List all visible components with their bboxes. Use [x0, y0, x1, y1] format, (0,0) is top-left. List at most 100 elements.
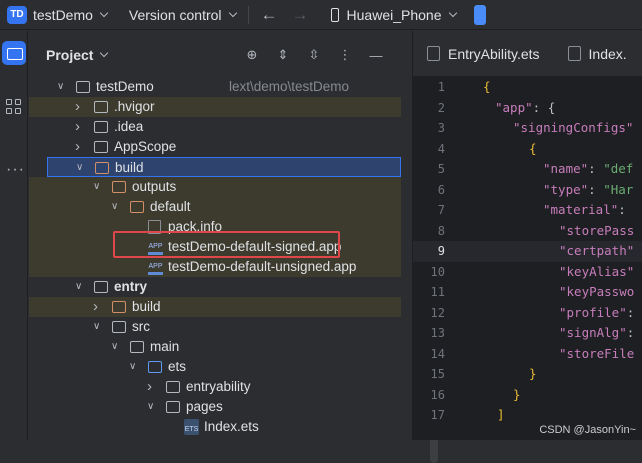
code-line[interactable]: 11 "keyPasswo [413, 282, 642, 303]
chevron-down-icon[interactable]: ∨ [76, 158, 86, 178]
tree-item[interactable]: › AppScope [29, 137, 401, 157]
chevron-down-icon[interactable]: ∨ [147, 397, 157, 417]
tree-item[interactable]: ETS Index.ets [29, 417, 401, 437]
tree-item-label: build [132, 299, 161, 314]
tree-item[interactable]: › build [29, 297, 401, 317]
tree-item[interactable]: APP testDemo-default-signed.app [29, 237, 401, 257]
tree-item[interactable]: ∨ pages [29, 397, 401, 417]
tree-item-path: lext\demo\testDemo [229, 79, 350, 94]
chevron-down-icon[interactable] [100, 48, 109, 58]
tree-item-label: .hvigor [114, 99, 155, 114]
code-area[interactable]: 1{2 "app": {3 "signingConfigs" 4{ 5 "name": "… [413, 77, 642, 426]
code-line[interactable]: 5 "name": "def [413, 159, 642, 180]
code-line[interactable]: 2 "app": { [413, 98, 642, 119]
editor-tab[interactable]: EntryAbility.ets [413, 46, 540, 62]
tree-item[interactable]: ∨ default [29, 197, 401, 217]
tree-item[interactable]: pack.info [29, 217, 401, 237]
structure-icon[interactable] [6, 99, 22, 115]
chevron-right-icon[interactable]: › [75, 117, 85, 137]
project-panel-title[interactable]: Project [46, 47, 93, 63]
code-line[interactable]: 7 "material": [413, 200, 642, 221]
more-icon[interactable]: ··· [6, 162, 25, 178]
project-switcher[interactable]: testDemo [33, 7, 93, 23]
code-line[interactable]: 17] [413, 405, 642, 426]
chevron-right-icon[interactable]: › [93, 297, 103, 317]
line-number: 6 [437, 182, 445, 197]
tree-item[interactable]: ∨ build [47, 157, 401, 177]
code-line[interactable]: 3 "signingConfigs" [413, 118, 642, 139]
folder-icon [130, 341, 144, 353]
folder-icon [112, 321, 126, 333]
tree-item[interactable]: ∨ src [29, 317, 401, 337]
tree-item[interactable]: APP testDemo-default-unsigned.app [29, 257, 401, 277]
code-line[interactable]: 10 "keyAlias" [413, 262, 642, 283]
code-line[interactable]: 8 "storePass [413, 221, 642, 242]
code-text: "keyPasswo [559, 284, 635, 299]
code-line[interactable]: 14 "storeFile [413, 344, 642, 365]
version-control-menu[interactable]: Version control [129, 7, 222, 23]
expand-all-icon[interactable]: ⇕ [275, 47, 291, 63]
tree-item[interactable]: ∨ outputs [29, 177, 401, 197]
code-line[interactable]: 9 "certpath" [413, 241, 642, 262]
chevron-right-icon[interactable]: › [75, 97, 85, 117]
code-line[interactable]: 4{ [413, 139, 642, 160]
tree-item[interactable]: › .idea [29, 117, 401, 137]
hide-icon[interactable]: — [368, 48, 384, 63]
phone-icon [330, 7, 339, 22]
code-line[interactable]: 12 "profile": [413, 303, 642, 324]
options-icon[interactable]: ⋮ [337, 47, 353, 63]
line-number: 12 [430, 305, 445, 320]
file-icon [148, 220, 161, 234]
code-line[interactable]: 15} [413, 364, 642, 385]
editor-tab-label: EntryAbility.ets [448, 45, 540, 62]
code-line[interactable]: 1{ [413, 77, 642, 98]
tree-item-label: outputs [132, 179, 177, 194]
chevron-down-icon[interactable]: ∨ [93, 177, 103, 197]
collapse-all-icon[interactable]: ⇳ [306, 47, 322, 63]
forward-arrow-icon[interactable]: → [292, 5, 309, 25]
locate-icon[interactable]: ⊕ [244, 47, 260, 63]
back-arrow-icon[interactable]: ← [261, 5, 278, 25]
tree-item-label: entry [114, 279, 148, 294]
chevron-down-icon[interactable]: ∨ [111, 197, 121, 217]
chevron-down-icon[interactable]: ∨ [93, 317, 103, 337]
code-text: "name": "def [543, 161, 634, 176]
line-number: 10 [430, 264, 445, 279]
code-line[interactable]: 6 "type": "Har [413, 180, 642, 201]
tree-item[interactable]: ∨ main [29, 337, 401, 357]
chevron-down-icon[interactable] [228, 8, 237, 17]
chevron-down-icon[interactable]: ∨ [75, 277, 85, 297]
tree-item-label: main [150, 339, 180, 354]
project-panel-header: Project ⊕ ⇕ ⇳ ⋮ — [29, 31, 412, 79]
folder-icon [94, 121, 108, 133]
chevron-down-icon[interactable] [448, 8, 457, 17]
tree-item-label: Index.ets [204, 419, 259, 434]
tree-item[interactable]: › .hvigor [29, 97, 401, 117]
tree-item[interactable]: › entryability [29, 377, 401, 397]
device-selector[interactable]: Huawei_Phone [347, 7, 442, 23]
tool-window-strip: ··· [0, 31, 28, 440]
line-number: 5 [437, 162, 445, 176]
tree-item[interactable]: ∨ testDemo lext\demo\testDemo [29, 77, 401, 97]
chevron-down-icon[interactable]: ∨ [57, 77, 67, 97]
code-text: "app": { [495, 99, 556, 115]
code-text: "signAlg": [559, 325, 635, 340]
chevron-down-icon[interactable]: ∨ [111, 337, 121, 357]
editor-tab[interactable]: Index. [540, 46, 627, 62]
project-view-icon[interactable] [2, 41, 26, 65]
code-line[interactable]: 13 "signAlg": [413, 323, 642, 344]
tree-item[interactable]: ∨ entry [29, 277, 401, 297]
chevron-down-icon[interactable] [99, 8, 109, 17]
device-status-icon[interactable] [473, 4, 486, 25]
line-number: 4 [437, 141, 445, 156]
editor-tabs: EntryAbility.ets Index. [413, 31, 642, 77]
chevron-right-icon[interactable]: › [147, 377, 157, 397]
watermark: CSDN @JasonYin~ [539, 424, 636, 436]
code-line[interactable]: 16} [413, 385, 642, 406]
chevron-right-icon[interactable]: › [75, 137, 85, 157]
folder-icon [94, 281, 108, 293]
tree-item-label: testDemo-default-signed.app [168, 239, 342, 254]
chevron-down-icon[interactable]: ∨ [129, 357, 139, 377]
project-badge[interactable]: TD [7, 5, 27, 24]
tree-item[interactable]: ∨ ets [29, 357, 401, 377]
